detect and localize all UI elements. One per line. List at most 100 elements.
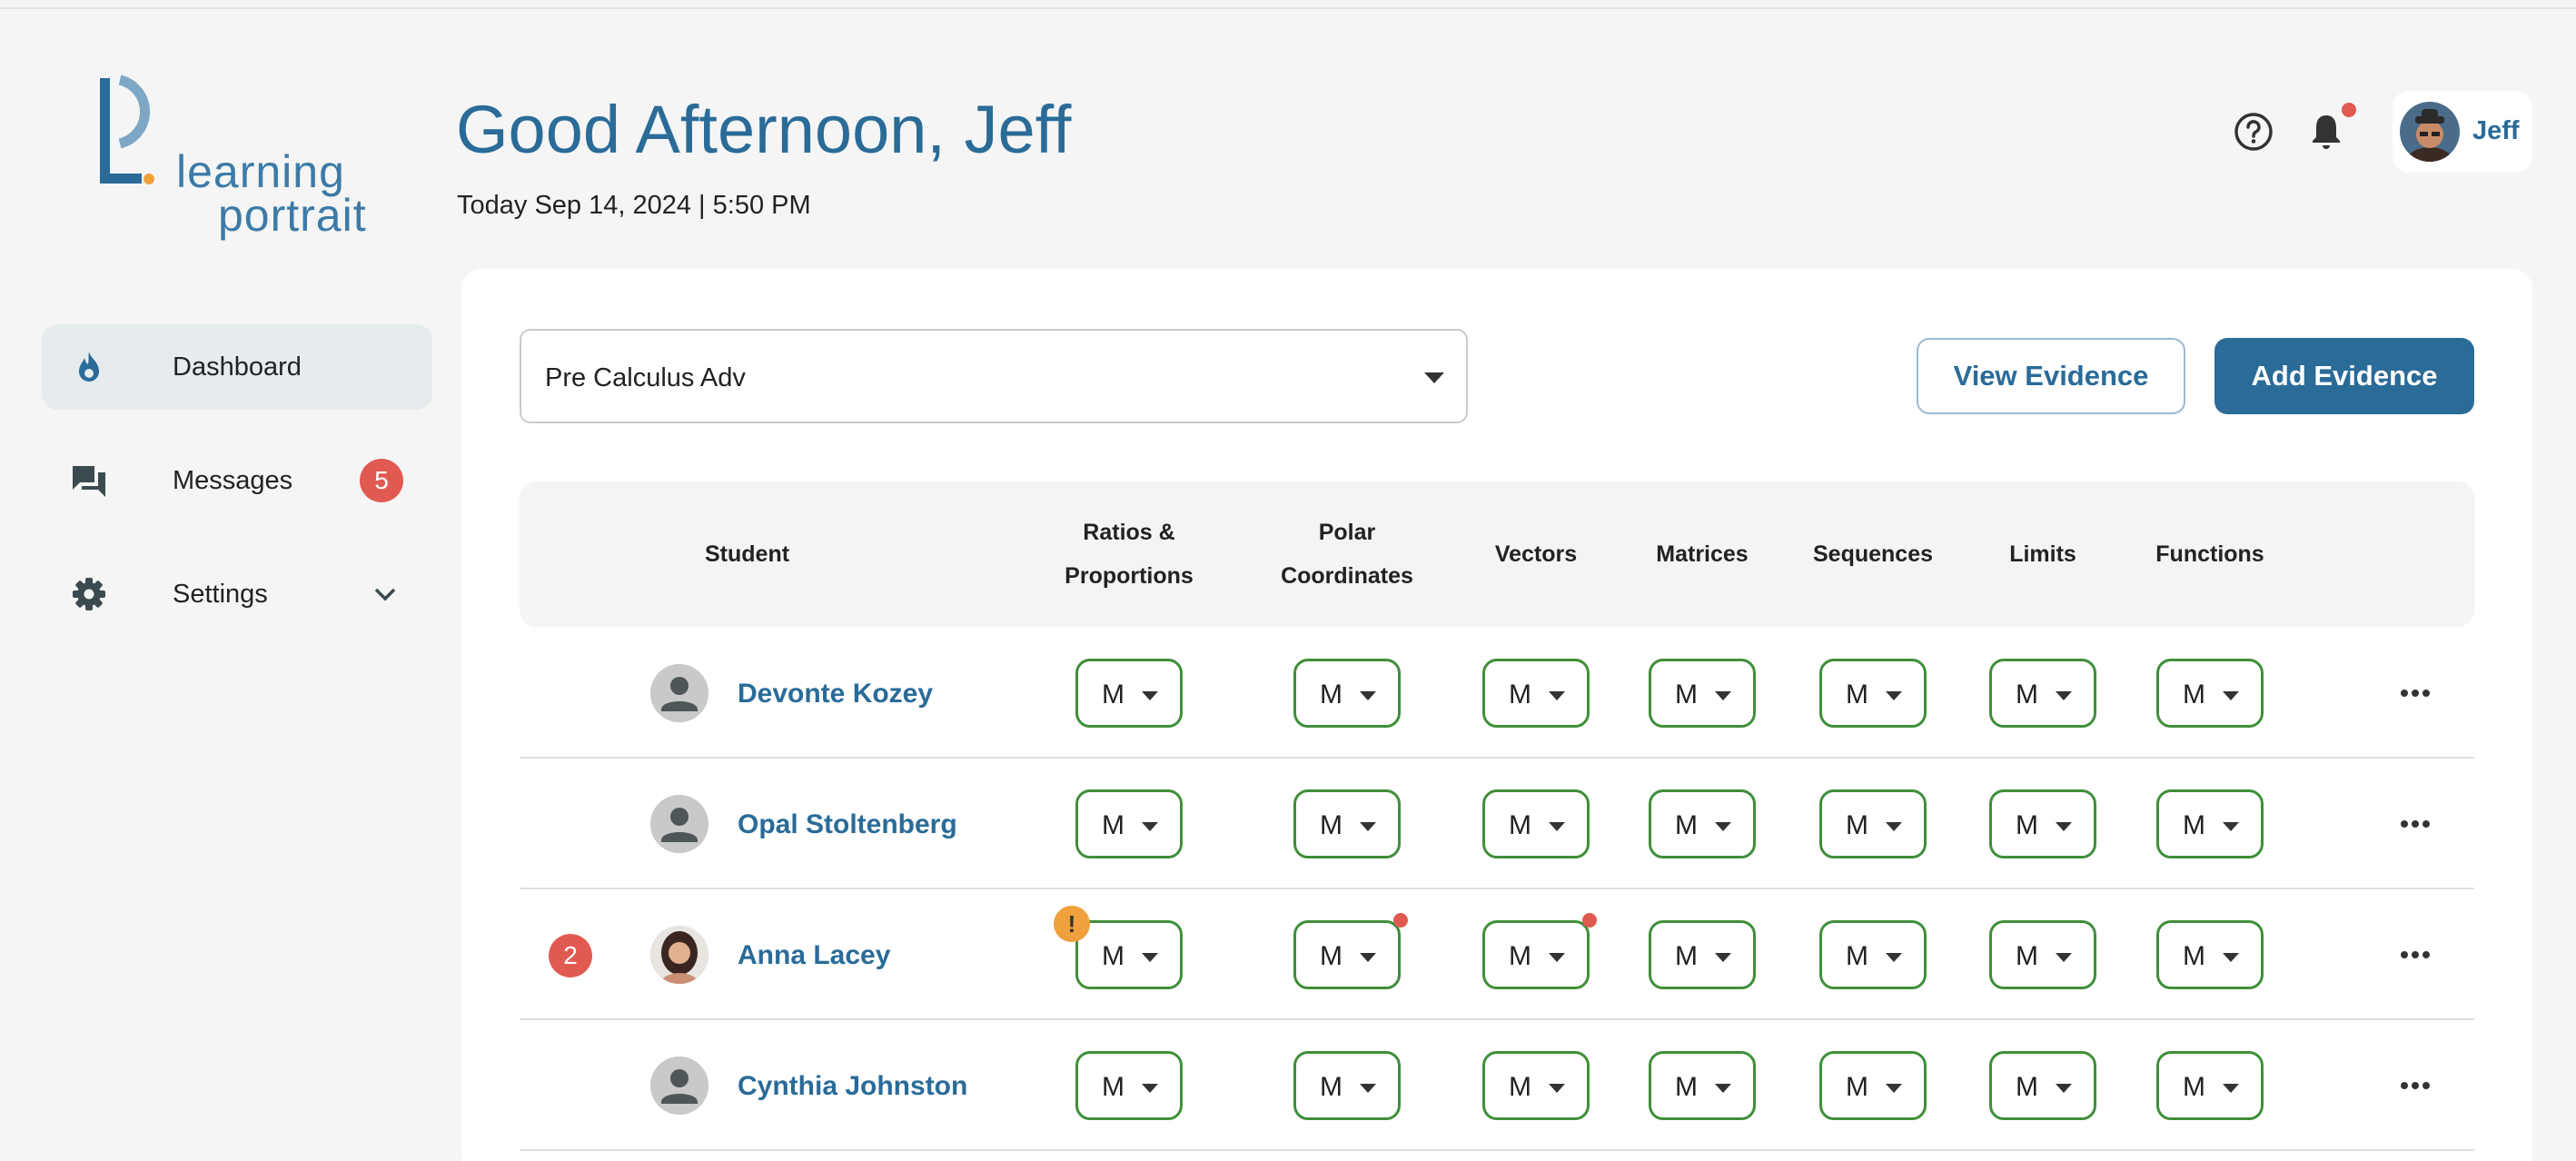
- grade-value: M: [1846, 810, 1868, 840]
- grade-select[interactable]: M: [1075, 659, 1183, 728]
- warning-icon: !: [1054, 906, 1090, 942]
- new-evidence-dot: [1393, 913, 1408, 928]
- caret-down-icon: [1715, 822, 1731, 831]
- column-header-ratios-proportions[interactable]: Ratios & Proportions: [1065, 511, 1194, 598]
- grade-select[interactable]: M: [1293, 659, 1401, 728]
- sidebar-item-messages[interactable]: Messages 5: [42, 438, 432, 523]
- grade-select[interactable]: M: [2156, 659, 2264, 728]
- more-options-icon[interactable]: [2400, 811, 2431, 837]
- user-menu[interactable]: Jeff: [2393, 91, 2532, 173]
- caret-down-icon: [2056, 822, 2072, 831]
- caret-down-icon: [1549, 1084, 1565, 1093]
- grade-select[interactable]: M: [1482, 920, 1590, 989]
- caret-down-icon: [1360, 953, 1376, 962]
- caret-down-icon: [1360, 822, 1376, 831]
- student-avatar: [650, 926, 708, 984]
- help-icon[interactable]: [2233, 111, 2274, 153]
- grade-select[interactable]: M: [1649, 789, 1756, 858]
- column-header-sequences[interactable]: Sequences: [1813, 532, 1933, 576]
- view-evidence-button[interactable]: View Evidence: [1917, 338, 2185, 414]
- column-header-student[interactable]: Student: [705, 532, 789, 576]
- sidebar-item-dashboard[interactable]: Dashboard: [42, 324, 432, 410]
- grade-value: M: [2183, 1072, 2205, 1102]
- caret-down-icon: [1142, 953, 1158, 962]
- grade-value: M: [1846, 1072, 1868, 1102]
- more-options-icon[interactable]: [2400, 680, 2431, 706]
- grade-value: M: [1102, 941, 1125, 971]
- grade-value: M: [2016, 810, 2038, 840]
- caret-down-icon: [2223, 822, 2239, 831]
- column-header-matrices[interactable]: Matrices: [1656, 532, 1748, 576]
- student-avatar: [650, 1057, 708, 1115]
- grade-select[interactable]: M: [1482, 659, 1590, 728]
- grade-value: M: [1846, 941, 1868, 971]
- chevron-down-icon[interactable]: [372, 581, 398, 607]
- course-select[interactable]: Pre Calculus Adv: [520, 329, 1468, 423]
- caret-down-icon: [1424, 372, 1444, 383]
- grade-select[interactable]: M: [1649, 659, 1756, 728]
- grade-value: M: [1509, 1072, 1531, 1102]
- grade-select[interactable]: M: [1989, 1051, 2096, 1120]
- logo-text-line1: learning: [176, 146, 345, 197]
- grade-select[interactable]: M: [2156, 920, 2264, 989]
- grade-select[interactable]: M: [1482, 789, 1590, 858]
- sidebar-item-label: Messages: [173, 465, 293, 495]
- bell-icon[interactable]: [2305, 111, 2347, 153]
- grade-select[interactable]: M: [1075, 1051, 1183, 1120]
- grade-value: M: [1102, 1072, 1125, 1102]
- grade-select[interactable]: M: [1075, 920, 1183, 989]
- column-header-limits[interactable]: Limits: [2009, 532, 2076, 576]
- grade-value: M: [1509, 680, 1531, 710]
- caret-down-icon: [1715, 953, 1731, 962]
- student-name-link[interactable]: Anna Lacey: [738, 940, 890, 971]
- more-options-icon[interactable]: [2400, 1073, 2431, 1098]
- grade-select[interactable]: M: [1482, 1051, 1590, 1120]
- grade-select[interactable]: M: [1649, 920, 1756, 989]
- grade-select[interactable]: M: [1293, 920, 1401, 989]
- grade-select[interactable]: M: [1819, 1051, 1927, 1120]
- grade-value: M: [1675, 680, 1698, 710]
- grade-value: M: [2183, 680, 2205, 710]
- more-options-icon[interactable]: [2400, 942, 2431, 968]
- caret-down-icon: [1549, 822, 1565, 831]
- learning-portrait-logo[interactable]: learning portrait: [94, 74, 385, 247]
- row-count-badge: 2: [549, 934, 592, 977]
- current-date: Today Sep 14, 2024 | 5:50 PM: [457, 191, 811, 220]
- grade-select[interactable]: M: [1819, 659, 1927, 728]
- grade-select[interactable]: M: [2156, 1051, 2264, 1120]
- grade-select[interactable]: M: [1989, 789, 2096, 858]
- caret-down-icon: [1886, 691, 1902, 700]
- caret-down-icon: [2223, 691, 2239, 700]
- grade-value: M: [1675, 941, 1698, 971]
- sidebar-item-settings[interactable]: Settings: [42, 551, 432, 637]
- column-header-vectors[interactable]: Vectors: [1495, 532, 1577, 576]
- grade-select[interactable]: M: [2156, 789, 2264, 858]
- column-header-functions[interactable]: Functions: [2155, 532, 2264, 576]
- grade-select[interactable]: M: [1819, 920, 1927, 989]
- student-name-link[interactable]: Cynthia Johnston: [738, 1071, 967, 1102]
- caret-down-icon: [2223, 953, 2239, 962]
- table-header: Student Ratios & Proportions Polar Coordin…: [520, 481, 2474, 627]
- table-row: Opal Stoltenberg M M M M M M M: [520, 759, 2474, 889]
- lp-logo-mark: [100, 74, 154, 184]
- grade-select[interactable]: M: [1649, 1051, 1756, 1120]
- add-evidence-button[interactable]: Add Evidence: [2214, 338, 2474, 414]
- grade-select[interactable]: M: [1989, 659, 2096, 728]
- table-row: Devonte Kozey M M M M M M M: [520, 628, 2474, 759]
- student-avatar: [650, 795, 708, 853]
- student-name-link[interactable]: Devonte Kozey: [738, 679, 933, 710]
- grade-select[interactable]: M: [1293, 1051, 1401, 1120]
- grade-select[interactable]: M: [1293, 789, 1401, 858]
- notification-dot: [2342, 103, 2356, 117]
- student-name-link[interactable]: Opal Stoltenberg: [738, 809, 957, 840]
- grade-value: M: [2183, 941, 2205, 971]
- grade-select[interactable]: M: [1989, 920, 2096, 989]
- caret-down-icon: [1549, 691, 1565, 700]
- caret-down-icon: [2056, 953, 2072, 962]
- grade-select[interactable]: M: [1819, 789, 1927, 858]
- grade-select[interactable]: M: [1075, 789, 1183, 858]
- column-header-polar-coordinates[interactable]: Polar Coordinates: [1281, 511, 1413, 598]
- caret-down-icon: [1886, 1084, 1902, 1093]
- grade-value: M: [1320, 810, 1342, 840]
- grade-value: M: [1102, 680, 1125, 710]
